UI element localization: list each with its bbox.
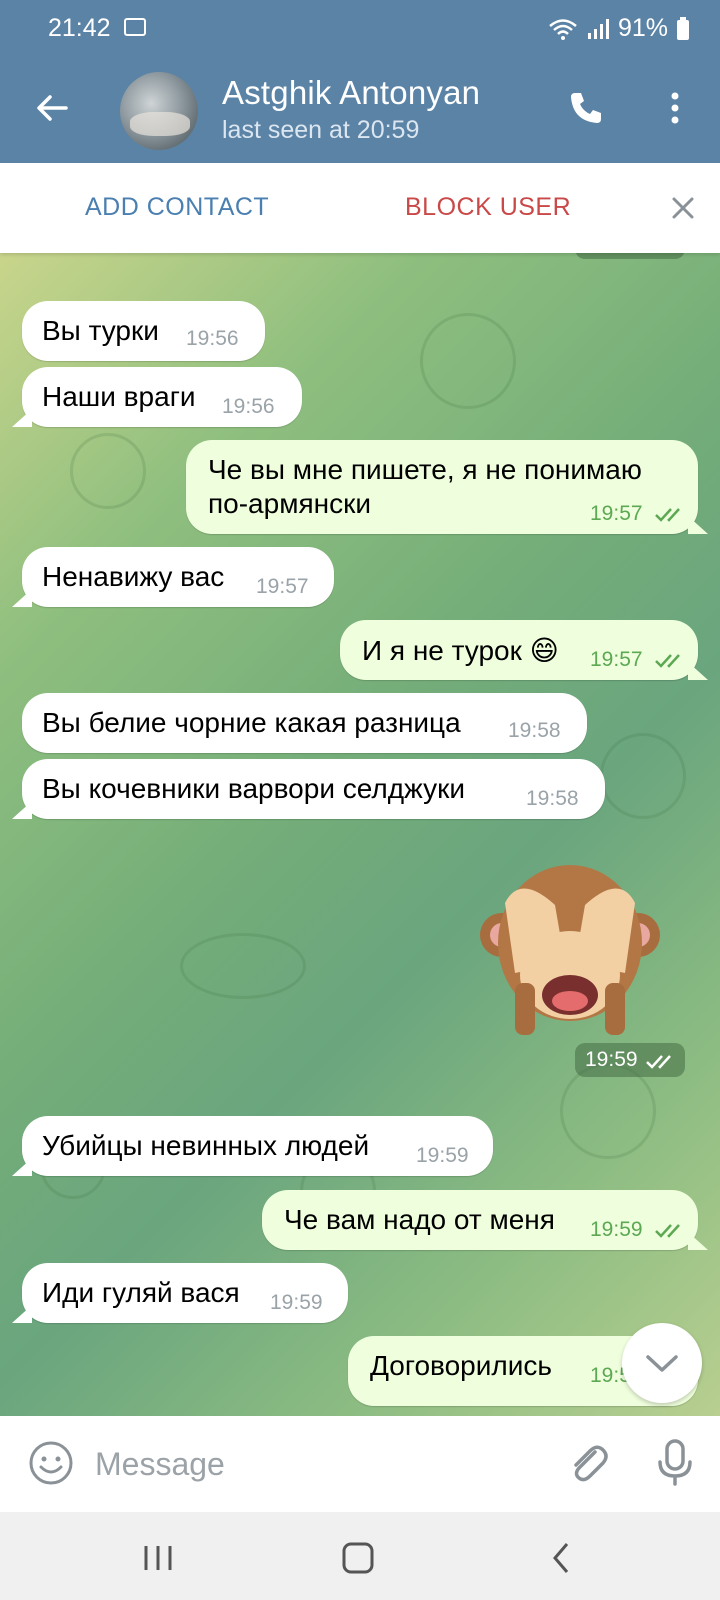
incoming-message[interactable]: Вы кочевники варвори селджуки 19:58 <box>22 759 605 819</box>
message-text: Договорились <box>370 1350 552 1381</box>
message-text-line-1: Че вы мне пишете, я не понимаю <box>208 454 642 485</box>
incoming-message[interactable]: Наши враги 19:56 <box>22 367 302 427</box>
battery-icon <box>677 16 689 40</box>
monkey-sticker[interactable] <box>475 863 665 1043</box>
outgoing-message[interactable]: Че вы мне пишете, я не понимаю по-армянс… <box>186 440 698 534</box>
message-text: И я не турок 😄 <box>362 635 559 666</box>
add-contact-button[interactable]: ADD CONTACT <box>85 193 269 222</box>
emoji-icon[interactable] <box>28 1440 74 1486</box>
chevron-down-icon <box>646 1355 678 1372</box>
sticker-time-chip: 19:59 <box>575 1043 685 1077</box>
microphone-icon[interactable] <box>652 1438 698 1486</box>
message-time: 19:58 <box>526 787 579 810</box>
paperclip-icon[interactable] <box>565 1440 611 1486</box>
message-text: Вы белие чорние какая разница <box>42 707 461 738</box>
status-indicators: 91% <box>548 14 690 43</box>
message-text: Иди гуляй вася <box>42 1277 240 1308</box>
message-time: 19:57 <box>590 648 643 671</box>
chat-area[interactable]: Вы турки 19:56 Наши враги 19:56 Че вы мн… <box>0 253 720 1416</box>
outgoing-message[interactable]: Че вам надо от меня 19:59 <box>262 1190 698 1250</box>
incoming-message[interactable]: Ненавижу вас 19:57 <box>22 547 334 607</box>
phone-icon[interactable] <box>566 88 606 128</box>
background-doodle <box>560 1063 656 1159</box>
double-check-icon <box>655 508 680 522</box>
contact-name[interactable]: Astghik Antonyan <box>222 74 480 112</box>
home-icon[interactable] <box>340 1540 376 1576</box>
block-user-button[interactable]: BLOCK USER <box>405 193 571 222</box>
message-text: Вы кочевники варвори селджуки <box>42 773 465 804</box>
message-text: Ненавижу вас <box>42 561 225 592</box>
signal-icon <box>587 18 609 39</box>
system-navigation-bar <box>0 1512 720 1600</box>
message-time: 19:56 <box>186 327 239 350</box>
message-text-line-2: по-армянски <box>208 488 371 519</box>
message-time: 19:58 <box>508 719 561 742</box>
incoming-message[interactable]: Вы белие чорние какая разница 19:58 <box>22 693 587 753</box>
double-check-icon <box>655 654 680 668</box>
incoming-message[interactable]: Вы турки 19:56 <box>22 301 265 361</box>
more-options-icon[interactable] <box>660 88 690 128</box>
background-doodle <box>180 933 306 999</box>
message-input[interactable]: Message <box>95 1446 225 1483</box>
outgoing-message[interactable]: И я не турок 😄 19:57 <box>340 620 698 680</box>
incoming-message[interactable]: Иди гуляй вася 19:59 <box>22 1263 348 1323</box>
gallery-notification-icon <box>124 18 146 36</box>
background-doodle <box>600 733 686 819</box>
message-text: Вы турки <box>42 315 159 346</box>
message-time: 19:59 <box>585 1048 638 1071</box>
status-bar: 21:42 91% <box>0 0 720 58</box>
message-time: 19:59 <box>590 1218 643 1241</box>
double-check-icon <box>646 1055 671 1069</box>
message-time: 19:59 <box>270 1291 323 1314</box>
contact-action-bar: ADD CONTACT BLOCK USER <box>0 163 720 253</box>
message-input-bar: Message <box>0 1416 720 1512</box>
message-time: 19:57 <box>256 575 309 598</box>
message-text: Наши враги <box>42 381 196 412</box>
status-time: 21:42 <box>48 14 111 42</box>
wifi-icon <box>549 18 577 40</box>
double-check-icon <box>655 1224 680 1238</box>
incoming-message[interactable]: Убийцы невинных людей 19:59 <box>22 1116 493 1176</box>
chat-header: Astghik Antonyan last seen at 20:59 <box>0 58 720 163</box>
recent-apps-icon[interactable] <box>140 1540 176 1576</box>
background-doodle <box>420 313 516 409</box>
back-arrow-icon[interactable] <box>32 88 72 128</box>
last-seen-status: last seen at 20:59 <box>222 116 420 144</box>
battery-percent: 91% <box>617 14 668 42</box>
scroll-to-bottom-button[interactable] <box>622 1323 702 1403</box>
back-nav-icon[interactable] <box>545 1540 581 1576</box>
avatar[interactable] <box>120 72 198 150</box>
background-doodle <box>70 433 146 509</box>
message-time: 19:57 <box>590 502 643 525</box>
close-icon[interactable] <box>668 193 698 223</box>
message-text: Убийцы невинных людей <box>42 1130 370 1161</box>
message-time: 19:56 <box>222 395 275 418</box>
see-no-evil-monkey-icon <box>480 865 660 1035</box>
partial-time-chip <box>575 253 685 259</box>
message-text: Че вам надо от меня <box>284 1204 555 1235</box>
message-time: 19:59 <box>416 1144 469 1167</box>
